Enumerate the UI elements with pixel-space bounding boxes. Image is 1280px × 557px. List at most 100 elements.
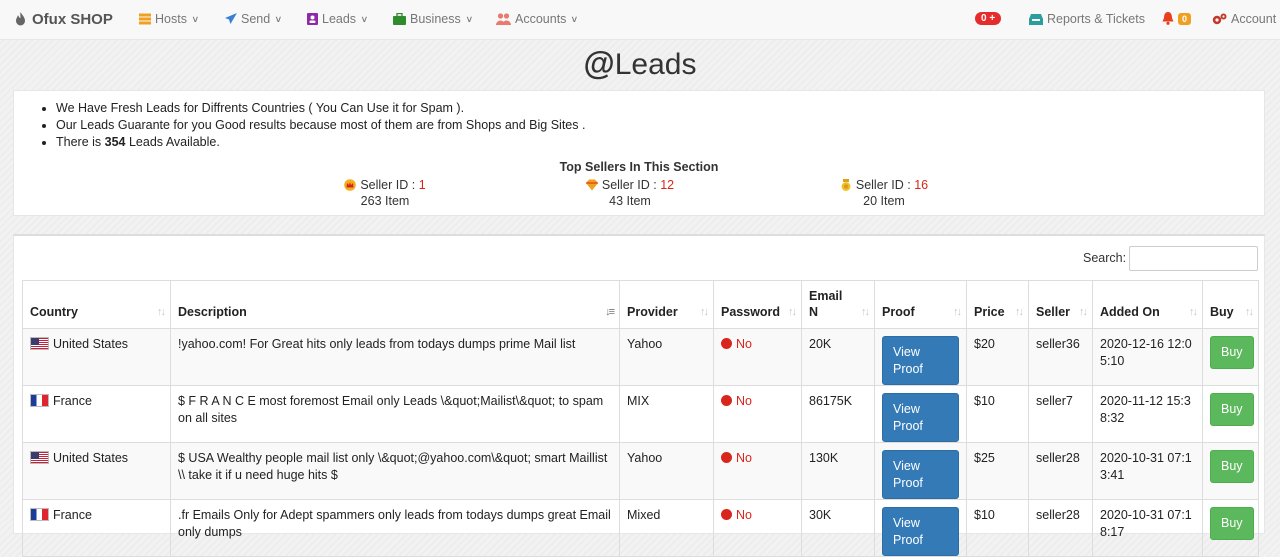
buy-button[interactable]: Buy <box>1210 450 1254 483</box>
view-proof-button[interactable]: View Proof <box>882 336 959 385</box>
server-icon <box>139 13 151 25</box>
table-row: France .fr Emails Only for Adept spammer… <box>22 499 1259 557</box>
col-header-seller[interactable]: Seller ↑↓ <box>1028 280 1093 329</box>
buy-button[interactable]: Buy <box>1210 507 1254 540</box>
top-navbar: Ofux SHOP Hosts ∨ Send ∨ Leads ∨ Busines… <box>0 0 1280 40</box>
cell-buy: Buy <box>1202 328 1259 386</box>
cell-buy: Buy <box>1202 499 1259 557</box>
cell-proof: View Proof <box>874 442 967 500</box>
view-proof-button[interactable]: View Proof <box>882 393 959 442</box>
cell-email-n: 20K <box>801 328 875 386</box>
balance-button[interactable]: 0 + <box>975 12 1002 25</box>
medal-icon <box>841 179 851 191</box>
nav-accounts[interactable]: Accounts ∨ <box>496 12 579 26</box>
col-header-email-n[interactable]: Email N ↑↓ <box>801 280 875 329</box>
gears-icon <box>1212 13 1227 24</box>
col-header-added-on[interactable]: Added On ↑↓ <box>1092 280 1203 329</box>
nav-account[interactable]: Account <box>1212 12 1276 26</box>
buy-button[interactable]: Buy <box>1210 393 1254 426</box>
fr-flag-icon <box>30 508 49 521</box>
users-icon <box>496 13 511 25</box>
top-seller-1: Seller ID : 1 263 Item <box>295 177 475 209</box>
cell-price: $10 <box>966 385 1029 443</box>
info-line-3: There is 354 Leads Available. <box>56 134 585 151</box>
cell-password: No <box>713 328 802 386</box>
table-row: United States $ USA Wealthy people mail … <box>22 442 1259 500</box>
fire-icon <box>16 12 25 26</box>
col-header-label: Proof <box>882 305 915 319</box>
cell-provider: Yahoo <box>619 328 714 386</box>
cell-provider: Yahoo <box>619 442 714 500</box>
cell-description: $ F R A N C E most foremost Email only L… <box>170 385 620 443</box>
sort-icon: ↑↓ <box>700 306 709 318</box>
sort-icon: ↑↓ <box>1015 306 1024 318</box>
nav-hosts-label: Hosts <box>155 12 187 26</box>
notifications-button[interactable]: 0 <box>1162 12 1192 25</box>
nav-account-label: Account <box>1231 12 1277 26</box>
cell-price: $10 <box>966 499 1029 557</box>
us-flag-icon <box>30 337 49 350</box>
col-header-label: Country <box>30 305 78 319</box>
sort-icon: ↑↓ <box>1245 306 1254 318</box>
seller-id-label: Seller ID : <box>855 178 911 192</box>
view-proof-button[interactable]: View Proof <box>882 507 959 556</box>
balance-badge: 0 + <box>975 12 1002 25</box>
seller-id-value[interactable]: 16 <box>914 178 928 192</box>
seller-id-value[interactable]: 12 <box>660 178 674 192</box>
crown-medal-icon <box>344 179 357 191</box>
chevron-down-icon: ∨ <box>570 13 579 24</box>
cell-seller[interactable]: seller7 <box>1028 385 1093 443</box>
sort-icon: ↑↓ <box>1189 306 1198 318</box>
col-header-description[interactable]: Description ↓≡ <box>170 280 620 329</box>
table-row: United States !yahoo.com! For Great hits… <box>22 328 1259 386</box>
paper-plane-icon <box>225 13 237 24</box>
brand-logo[interactable]: Ofux SHOP <box>14 11 113 28</box>
seller-id-value[interactable]: 1 <box>419 178 426 192</box>
info-line-3-pre: There is <box>56 135 102 149</box>
nav-hosts[interactable]: Hosts ∨ <box>139 12 199 26</box>
cell-seller[interactable]: seller28 <box>1028 499 1093 557</box>
country-name: France <box>53 508 92 522</box>
col-header-proof[interactable]: Proof ↑↓ <box>874 280 967 329</box>
cell-buy: Buy <box>1202 385 1259 443</box>
page-title-text: Leads <box>614 48 697 81</box>
cell-proof: View Proof <box>874 499 967 557</box>
nav-send[interactable]: Send ∨ <box>225 12 282 26</box>
cell-seller[interactable]: seller36 <box>1028 328 1093 386</box>
col-header-password[interactable]: Password ↑↓ <box>713 280 802 329</box>
col-header-provider[interactable]: Provider ↑↓ <box>619 280 714 329</box>
cell-price: $20 <box>966 328 1029 386</box>
cell-country: United States <box>22 328 171 386</box>
cell-seller[interactable]: seller28 <box>1028 442 1093 500</box>
red-dot-icon <box>721 452 732 463</box>
cell-price: $25 <box>966 442 1029 500</box>
cell-email-n: 30K <box>801 499 875 557</box>
col-header-label: Email N <box>809 289 843 319</box>
seller-item-count: 263 Item <box>360 194 410 208</box>
buy-button[interactable]: Buy <box>1210 336 1254 369</box>
nav-leads[interactable]: Leads ∨ <box>307 12 368 26</box>
nav-business[interactable]: Business ∨ <box>393 12 473 26</box>
search-input[interactable] <box>1129 246 1258 271</box>
nav-leads-label: Leads <box>322 12 357 26</box>
nav-accounts-label: Accounts <box>515 12 567 26</box>
seller-id-label: Seller ID : <box>360 178 416 192</box>
cell-password: No <box>713 442 802 500</box>
cell-password: No <box>713 499 802 557</box>
nav-send-label: Send <box>241 12 271 26</box>
nav-reports[interactable]: Reports & Tickets <box>1029 12 1145 26</box>
seller-item-count: 43 Item <box>609 194 651 208</box>
view-proof-button[interactable]: View Proof <box>882 450 959 499</box>
seller-item-count: 20 Item <box>863 194 905 208</box>
col-header-label: Password <box>721 305 781 319</box>
info-line-2: Our Leads Guarante for you Good results … <box>56 117 585 134</box>
cell-proof: View Proof <box>874 385 967 443</box>
col-header-buy[interactable]: Buy ↑↓ <box>1202 280 1259 329</box>
info-line-3-post: Leads Available. <box>128 135 220 149</box>
cell-password: No <box>713 385 802 443</box>
col-header-country[interactable]: Country ↑↓ <box>22 280 171 329</box>
col-header-price[interactable]: Price ↑↓ <box>966 280 1029 329</box>
red-dot-icon <box>721 395 732 406</box>
chevron-down-icon: ∨ <box>360 13 369 24</box>
brand-name: Ofux SHOP <box>32 11 113 28</box>
